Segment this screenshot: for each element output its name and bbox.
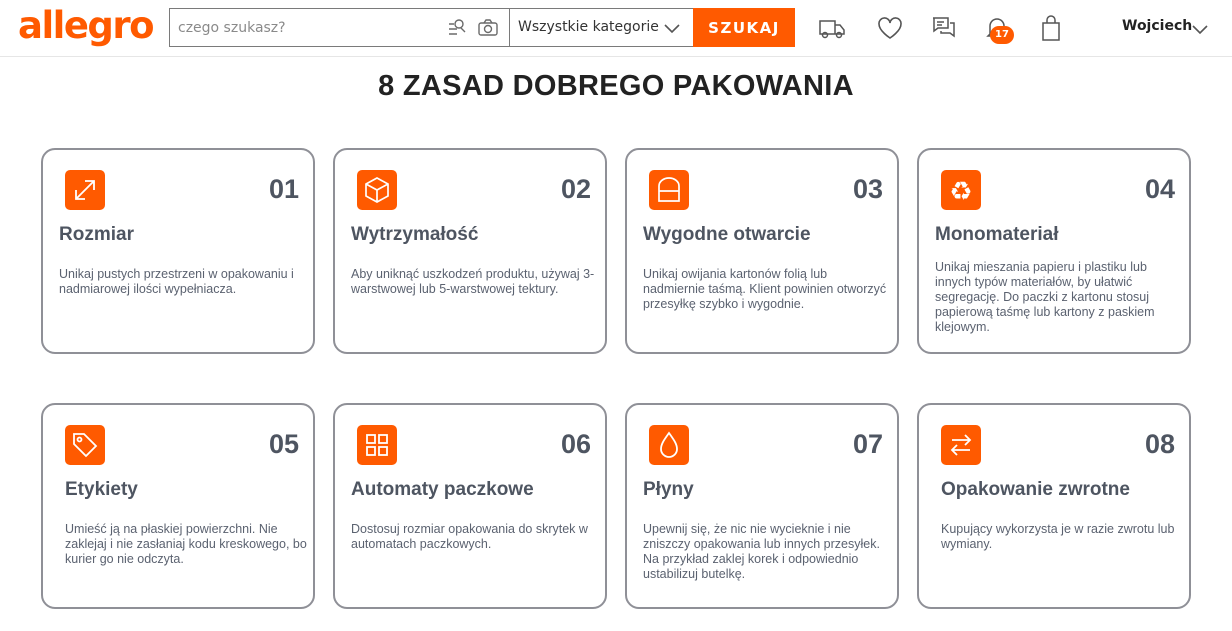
page-title: 8 ZASAD DOBREGO PAKOWANIA: [378, 70, 854, 102]
rule-card-automaty-paczkowe: 06 Automaty paczkowe Dostosuj rozmiar op…: [333, 403, 607, 609]
search-input[interactable]: [178, 9, 438, 46]
shopping-bag-icon[interactable]: [1036, 13, 1066, 43]
rule-card-rozmiar: 01 Rozmiar Unikaj pustych przestrzeni w …: [41, 148, 315, 354]
rule-title: Wytrzymałość: [351, 224, 479, 245]
rule-number: 04: [1144, 174, 1175, 204]
recycle-icon: ♻: [941, 170, 981, 210]
camera-icon[interactable]: [477, 17, 499, 39]
rule-number: 05: [268, 429, 299, 459]
allegro-logo[interactable]: allegro: [18, 4, 155, 48]
rule-card-wygodne-otwarcie: 03 Wygodne otwarcie Unikaj owijania kart…: [625, 148, 899, 354]
search-history-icon[interactable]: [446, 17, 468, 39]
rule-description: Unikaj pustych przestrzeni w opakowaniu …: [59, 267, 294, 296]
rule-number: 01: [268, 174, 299, 204]
top-header: allegro Wszystkie kategorie SZUKAJ 17 Wo…: [0, 0, 1232, 57]
rule-title: Monomateriał: [935, 224, 1059, 245]
chevron-down-icon[interactable]: [1190, 19, 1210, 39]
delivery-truck-icon[interactable]: [817, 13, 847, 43]
rule-title: Płyny: [643, 479, 694, 500]
rule-description: Aby uniknąć uszkodzeń produktu, używaj 3…: [351, 267, 595, 296]
notifications-badge: 17: [990, 26, 1014, 44]
rule-card-plyny: 07 Płyny Upewnij się, że nic nie wyciekn…: [625, 403, 899, 609]
return-arrows-icon: [941, 425, 981, 465]
rule-number: 07: [852, 429, 883, 459]
rule-number: 02: [560, 174, 591, 204]
chat-icon[interactable]: [929, 13, 959, 43]
rule-title: Opakowanie zwrotne: [941, 479, 1130, 500]
svg-text:♻: ♻: [949, 177, 972, 207]
rule-number: 03: [852, 174, 883, 204]
rule-description: Unikaj owijania kartonów folią lub nadmi…: [643, 267, 887, 311]
search-box[interactable]: [169, 8, 509, 47]
chevron-down-icon: [664, 24, 680, 34]
rule-description: Dostosuj rozmiar opakowania do skrytek w…: [351, 522, 588, 551]
rule-title: Automaty paczkowe: [351, 479, 534, 500]
label-tag-icon: [65, 425, 105, 465]
liquid-drop-icon: [649, 425, 689, 465]
rule-description: Upewnij się, że nic nie wycieknie i nie …: [643, 522, 880, 581]
rule-description: Unikaj mieszania papieru i plastiku lub …: [935, 260, 1155, 334]
rule-title: Etykiety: [65, 479, 138, 500]
rule-card-opakowanie-zwrotne: 08 Opakowanie zwrotne Kupujący wykorzyst…: [917, 403, 1191, 609]
rule-number: 08: [1144, 429, 1175, 459]
rule-card-monomaterial: ♻ 04 Monomateriał Unikaj mieszania papie…: [917, 148, 1191, 354]
category-select[interactable]: Wszystkie kategorie: [509, 8, 694, 47]
rule-description: Umieść ją na płaskiej powierzchni. Nie z…: [65, 522, 307, 566]
parcel-locker-icon: [357, 425, 397, 465]
rule-card-wytrzymalosc: 02 Wytrzymałość Aby uniknąć uszkodzeń pr…: [333, 148, 607, 354]
resize-arrows-icon: [65, 170, 105, 210]
rule-card-etykiety: 05 Etykiety Umieść ją na płaskiej powier…: [41, 403, 315, 609]
user-menu-name[interactable]: Wojciech: [1122, 18, 1192, 34]
rule-title: Wygodne otwarcie: [643, 224, 811, 245]
rule-number: 06: [560, 429, 591, 459]
heart-icon[interactable]: [875, 13, 905, 43]
rule-description: Kupujący wykorzysta je w razie zwrotu lu…: [941, 522, 1175, 551]
rule-title: Rozmiar: [59, 224, 134, 245]
open-box-icon: [649, 170, 689, 210]
search-button[interactable]: SZUKAJ: [693, 8, 795, 47]
box-icon: [357, 170, 397, 210]
category-select-value: Wszystkie kategorie: [518, 19, 659, 35]
